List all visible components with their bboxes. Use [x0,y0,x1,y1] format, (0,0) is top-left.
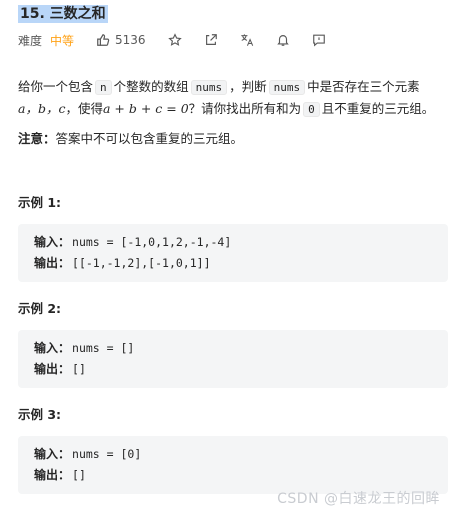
description-line-2: a，b，c，使得a + b + c = 0？请你找出所有和为 0 且不重复的三元组。 [18,101,435,117]
problem-description: 给你一个包含 n 个整数的数组 nums ，判断 nums 中是否存在三个元素 a，b，c，… [18,76,448,120]
input-label: 输入： [34,341,71,355]
input-value: nums = [0] [72,447,142,461]
problem-note: 注意：答案中不可以包含重复的三元组。 [18,130,243,148]
inline-code: nums [190,80,228,95]
example-block: 输入： nums = [] 输出：[] [18,330,448,388]
example-title: 示例 1: [18,195,62,210]
input-label: 输入： [34,447,71,461]
input-value: nums = [-1,0,1,2,-1,-4] [72,235,232,249]
inline-code: nums [268,80,306,95]
translate-icon [240,34,253,46]
output-value: [[-1,-1,2],[-1,0,1]] [72,256,211,270]
description-line-1: 给你一个包含 n 个整数的数组 nums ，判断 nums 中是否存在三个元素 [18,79,420,95]
problem-title-row: 15. 三数之和 [18,4,108,24]
example-block: 输入： nums = [0] 输出：[] [18,436,448,494]
output-value: [] [72,362,86,376]
inline-code: n [95,80,112,95]
math-equation: a + b + c = 0 [102,101,189,116]
like-button[interactable]: 5136 [96,33,146,47]
note-label: 注意： [18,131,56,146]
math-variables: a，b，c [18,101,66,116]
output-label: 输出： [34,256,71,270]
input-value: nums = [] [72,341,135,355]
subscribe-button[interactable] [276,33,290,47]
input-label: 输入： [34,235,71,249]
share-button[interactable] [204,33,218,47]
output-label: 输出： [34,362,71,376]
note-text: 答案中不可以包含重复的三元组。 [55,131,244,146]
feedback-button[interactable] [312,33,326,47]
problem-meta: 难度 中等 5136 [18,30,326,50]
example-block: 输入： nums = [-1,0,1,2,-1,-4] 输出： [[-1,-1,2]… [18,224,448,282]
share-icon [205,34,217,45]
translate-button[interactable] [240,33,254,47]
favorite-button[interactable] [167,33,182,47]
thumbs-up-icon [97,34,110,46]
star-icon [167,33,182,46]
output-value: [] [72,468,86,482]
difficulty-label: 难度 [18,33,43,48]
bell-icon [276,35,289,46]
difficulty-badge: 中等 [50,33,75,48]
like-count: 5136 [115,33,146,47]
example-title: 示例 3: [18,407,62,422]
problem-title: 15. 三数之和 [18,5,108,23]
comment-icon [312,34,325,47]
inline-code: 0 [303,102,320,117]
watermark: CSDN @白速龙王的回眸 [277,491,440,507]
output-label: 输出： [34,468,71,482]
example-title: 示例 2: [18,301,62,316]
